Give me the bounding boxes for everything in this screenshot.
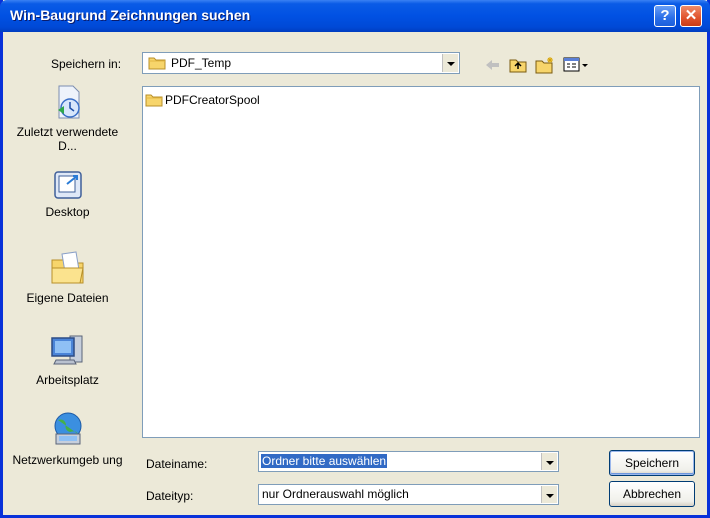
list-item[interactable]: PDFCreatorSpool	[145, 93, 260, 107]
network-icon	[54, 412, 81, 445]
place-my-computer-label: Arbeitsplatz	[36, 373, 99, 387]
title-bar[interactable]: Win-Baugrund Zeichnungen suchen ? ✕	[0, 0, 710, 32]
filename-label: Dateiname:	[146, 457, 208, 471]
help-button[interactable]: ?	[654, 5, 676, 27]
places-bar: Zuletzt verwendete D... Desktop Eigene D…	[6, 84, 129, 484]
view-menu-icon[interactable]	[563, 56, 589, 74]
place-network-label: Netzwerkumgeb ung	[12, 453, 123, 467]
place-recent-label: Zuletzt verwendete D...	[16, 125, 119, 153]
desktop-icon	[53, 171, 82, 199]
folder-icon	[148, 57, 166, 70]
save-button[interactable]: Speichern	[609, 450, 695, 476]
window-title: Win-Baugrund Zeichnungen suchen	[10, 7, 251, 23]
file-name: PDFCreatorSpool	[165, 93, 260, 107]
new-folder-icon[interactable]	[535, 56, 555, 74]
folder-icon	[145, 94, 163, 107]
filetype-value: nur Ordnerauswahl möglich	[262, 487, 409, 501]
recent-documents-icon	[57, 85, 80, 119]
place-my-computer[interactable]: Arbeitsplatz	[6, 330, 129, 387]
place-recent[interactable]: Zuletzt verwendete D...	[6, 84, 129, 153]
filetype-dropdown[interactable]: nur Ordnerauswahl möglich	[258, 484, 559, 505]
back-arrow-icon[interactable]	[483, 56, 501, 74]
file-dialog-window: Win-Baugrund Zeichnungen suchen ? ✕ Spei…	[0, 0, 710, 518]
filename-input[interactable]: Ordner bitte auswählen	[258, 451, 559, 472]
my-documents-icon	[51, 251, 84, 284]
place-my-documents-label: Eigene Dateien	[26, 291, 109, 305]
chevron-down-icon[interactable]	[442, 54, 458, 72]
my-computer-icon	[50, 335, 82, 365]
place-network[interactable]: Netzwerkumgeb ung	[6, 410, 129, 467]
close-button[interactable]: ✕	[680, 5, 702, 27]
place-my-documents[interactable]: Eigene Dateien	[6, 248, 129, 305]
place-desktop[interactable]: Desktop	[6, 168, 129, 219]
file-list[interactable]: PDFCreatorSpool	[142, 86, 700, 438]
cancel-button[interactable]: Abbrechen	[609, 481, 695, 507]
filetype-label: Dateityp:	[146, 489, 194, 503]
place-desktop-label: Desktop	[45, 205, 90, 219]
save-in-value: PDF_Temp	[171, 56, 232, 70]
chevron-down-icon[interactable]	[541, 486, 557, 503]
save-in-dropdown[interactable]: PDF_Temp	[142, 52, 460, 74]
filename-value: Ordner bitte auswählen	[261, 454, 388, 468]
chevron-down-icon[interactable]	[541, 453, 557, 470]
save-in-label: Speichern in:	[51, 57, 122, 71]
up-folder-icon[interactable]	[509, 56, 527, 74]
